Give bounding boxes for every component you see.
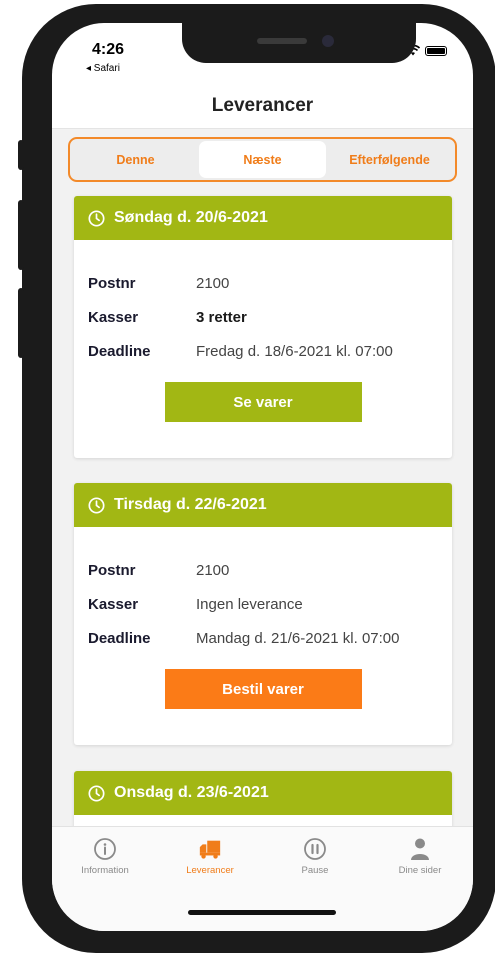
battery-icon: [425, 45, 447, 56]
screen: 4:26 ◂ Safari ···· Leverancer Denne Næst…: [52, 23, 473, 931]
deadline-label: Deadline: [88, 342, 151, 360]
back-to-safari-link[interactable]: ◂ Safari: [86, 63, 120, 74]
kasser-value: Ingen leverance: [196, 595, 303, 613]
page-title: Leverancer: [211, 95, 314, 116]
postnr-value: 2100: [196, 274, 230, 292]
postnr-row: Postnr 2100: [88, 553, 438, 587]
notch: [182, 23, 416, 63]
clock-icon: [88, 496, 105, 514]
main-content[interactable]: Denne Næste Efterfølgende Søndag d. 20/6…: [52, 129, 473, 826]
deadline-row: Deadline Fredag d. 18/6-2021 kl. 07:00: [88, 334, 438, 368]
tab-label: Information: [81, 865, 129, 876]
card-header: Søndag d. 20/6-2021: [74, 196, 452, 240]
front-camera: [322, 35, 334, 47]
clock-icon: [88, 209, 105, 227]
clock-icon: [88, 784, 105, 802]
silent-switch: [18, 140, 24, 170]
tab-label: Leverancer: [186, 865, 234, 876]
kasser-row: Kasser 3 retter: [88, 300, 438, 334]
deadline-label: Deadline: [88, 629, 151, 647]
delivery-card: Onsdag d. 23/6-2021: [74, 771, 452, 826]
delivery-card: Tirsdag d. 22/6-2021 Postnr 2100 Kasser …: [74, 483, 452, 745]
tab-leverancer[interactable]: Leverancer: [160, 837, 260, 876]
deadline-value: Fredag d. 18/6-2021 kl. 07:00: [196, 342, 393, 360]
tab-bar: Information Leverancer Pause Dine sider: [52, 826, 473, 931]
card-header: Tirsdag d. 22/6-2021: [74, 483, 452, 527]
home-indicator: [188, 910, 336, 915]
deadline-value: Mandag d. 21/6-2021 kl. 07:00: [196, 629, 400, 647]
postnr-value: 2100: [196, 561, 230, 579]
pause-icon: [304, 838, 326, 860]
tab-label: Dine sider: [398, 865, 442, 876]
kasser-value: 3 retter: [196, 308, 247, 326]
kasser-row: Kasser Ingen leverance: [88, 587, 438, 621]
speaker-grille: [257, 38, 307, 44]
tab-pause[interactable]: Pause: [265, 837, 365, 876]
tab-label: Pause: [301, 865, 329, 876]
delivery-card: Søndag d. 20/6-2021 Postnr 2100 Kasser 3…: [74, 196, 452, 458]
user-icon: [411, 838, 429, 860]
card-body: Postnr 2100 Kasser 3 retter Deadline Fre…: [74, 240, 452, 422]
postnr-label: Postnr: [88, 561, 136, 579]
postnr-row: Postnr 2100: [88, 266, 438, 300]
kasser-label: Kasser: [88, 308, 139, 326]
tab-information[interactable]: Information: [55, 837, 155, 876]
delivery-date: Tirsdag d. 22/6-2021: [114, 496, 267, 513]
segment-efterfoelgende[interactable]: Efterfølgende: [326, 141, 453, 178]
truck-icon: [199, 840, 221, 859]
week-segmented-control: Denne Næste Efterfølgende: [68, 137, 457, 182]
se-varer-button[interactable]: Se varer: [164, 382, 362, 422]
bestil-varer-button[interactable]: Bestil varer: [164, 669, 362, 709]
card-body: Postnr 2100 Kasser Ingen leverance Deadl…: [74, 527, 452, 709]
segment-denne[interactable]: Denne: [72, 141, 199, 178]
card-header: Onsdag d. 23/6-2021: [74, 771, 452, 815]
segment-naeste[interactable]: Næste: [199, 141, 326, 178]
volume-up-button: [18, 200, 24, 270]
status-time: 4:26: [92, 41, 125, 58]
kasser-label: Kasser: [88, 595, 139, 613]
delivery-date: Onsdag d. 23/6-2021: [114, 784, 269, 801]
deadline-row: Deadline Mandag d. 21/6-2021 kl. 07:00: [88, 621, 438, 655]
info-icon: [94, 838, 116, 860]
tab-dine-sider[interactable]: Dine sider: [370, 837, 470, 876]
volume-down-button: [18, 288, 24, 358]
delivery-date: Søndag d. 20/6-2021: [114, 209, 268, 226]
postnr-label: Postnr: [88, 274, 136, 292]
